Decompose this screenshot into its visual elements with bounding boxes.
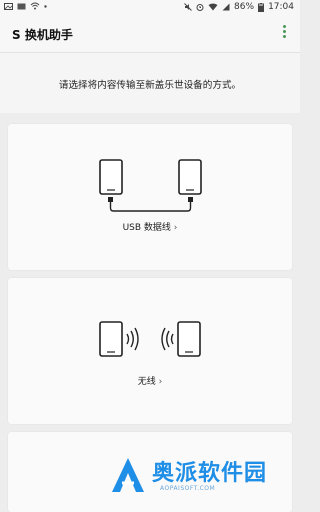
- instruction-area: 请选择将内容传输至新盖乐世设备的方式。: [0, 53, 300, 113]
- gallery-icon: [4, 2, 13, 10]
- battery-icon: [258, 2, 265, 12]
- aopai-logo-icon: [112, 458, 144, 492]
- app-bar: S 换机助手: [0, 16, 300, 52]
- usb-transfer-icon: [99, 159, 202, 212]
- status-time: 17:04: [268, 2, 294, 12]
- chevron-right-icon: ›: [158, 377, 163, 387]
- watermark-sub: AOPAISOFT.COM: [160, 485, 216, 492]
- watermark: 奥派软件园 AOPAISOFT.COM: [100, 453, 300, 500]
- wifi-signal-icon: [208, 3, 218, 11]
- usb-option-text: USB 数据线: [122, 223, 174, 233]
- mute-icon: [184, 3, 192, 11]
- alarm-icon: [196, 4, 204, 11]
- image-icon: [17, 3, 26, 9]
- instruction-text: 请选择将内容传输至新盖乐世设备的方式。: [58, 80, 242, 91]
- watermark-text: 奥派软件园: [152, 461, 268, 486]
- battery-percent: 86%: [234, 2, 255, 12]
- chevron-right-icon: ›: [173, 223, 178, 233]
- usb-cable-option[interactable]: USB 数据线 ›: [8, 124, 292, 270]
- app-title: S 换机助手: [12, 28, 73, 42]
- wireless-option-label: 无线 ›: [8, 374, 292, 387]
- status-left-icons: [4, 2, 47, 10]
- wireless-option[interactable]: 无线 ›: [8, 278, 292, 424]
- usb-option-label: USB 数据线 ›: [8, 220, 292, 233]
- cell-signal-icon: [222, 3, 230, 11]
- wifi-icon: [30, 2, 40, 10]
- more-options-button[interactable]: [280, 25, 288, 43]
- dot-icon: [44, 4, 47, 8]
- wireless-transfer-icon: [99, 321, 201, 357]
- status-bar: 86% 17:04: [0, 0, 300, 16]
- wireless-option-text: 无线: [137, 377, 159, 387]
- status-right-icons: 86% 17:04: [184, 2, 294, 12]
- more-vert-icon: [282, 25, 286, 28]
